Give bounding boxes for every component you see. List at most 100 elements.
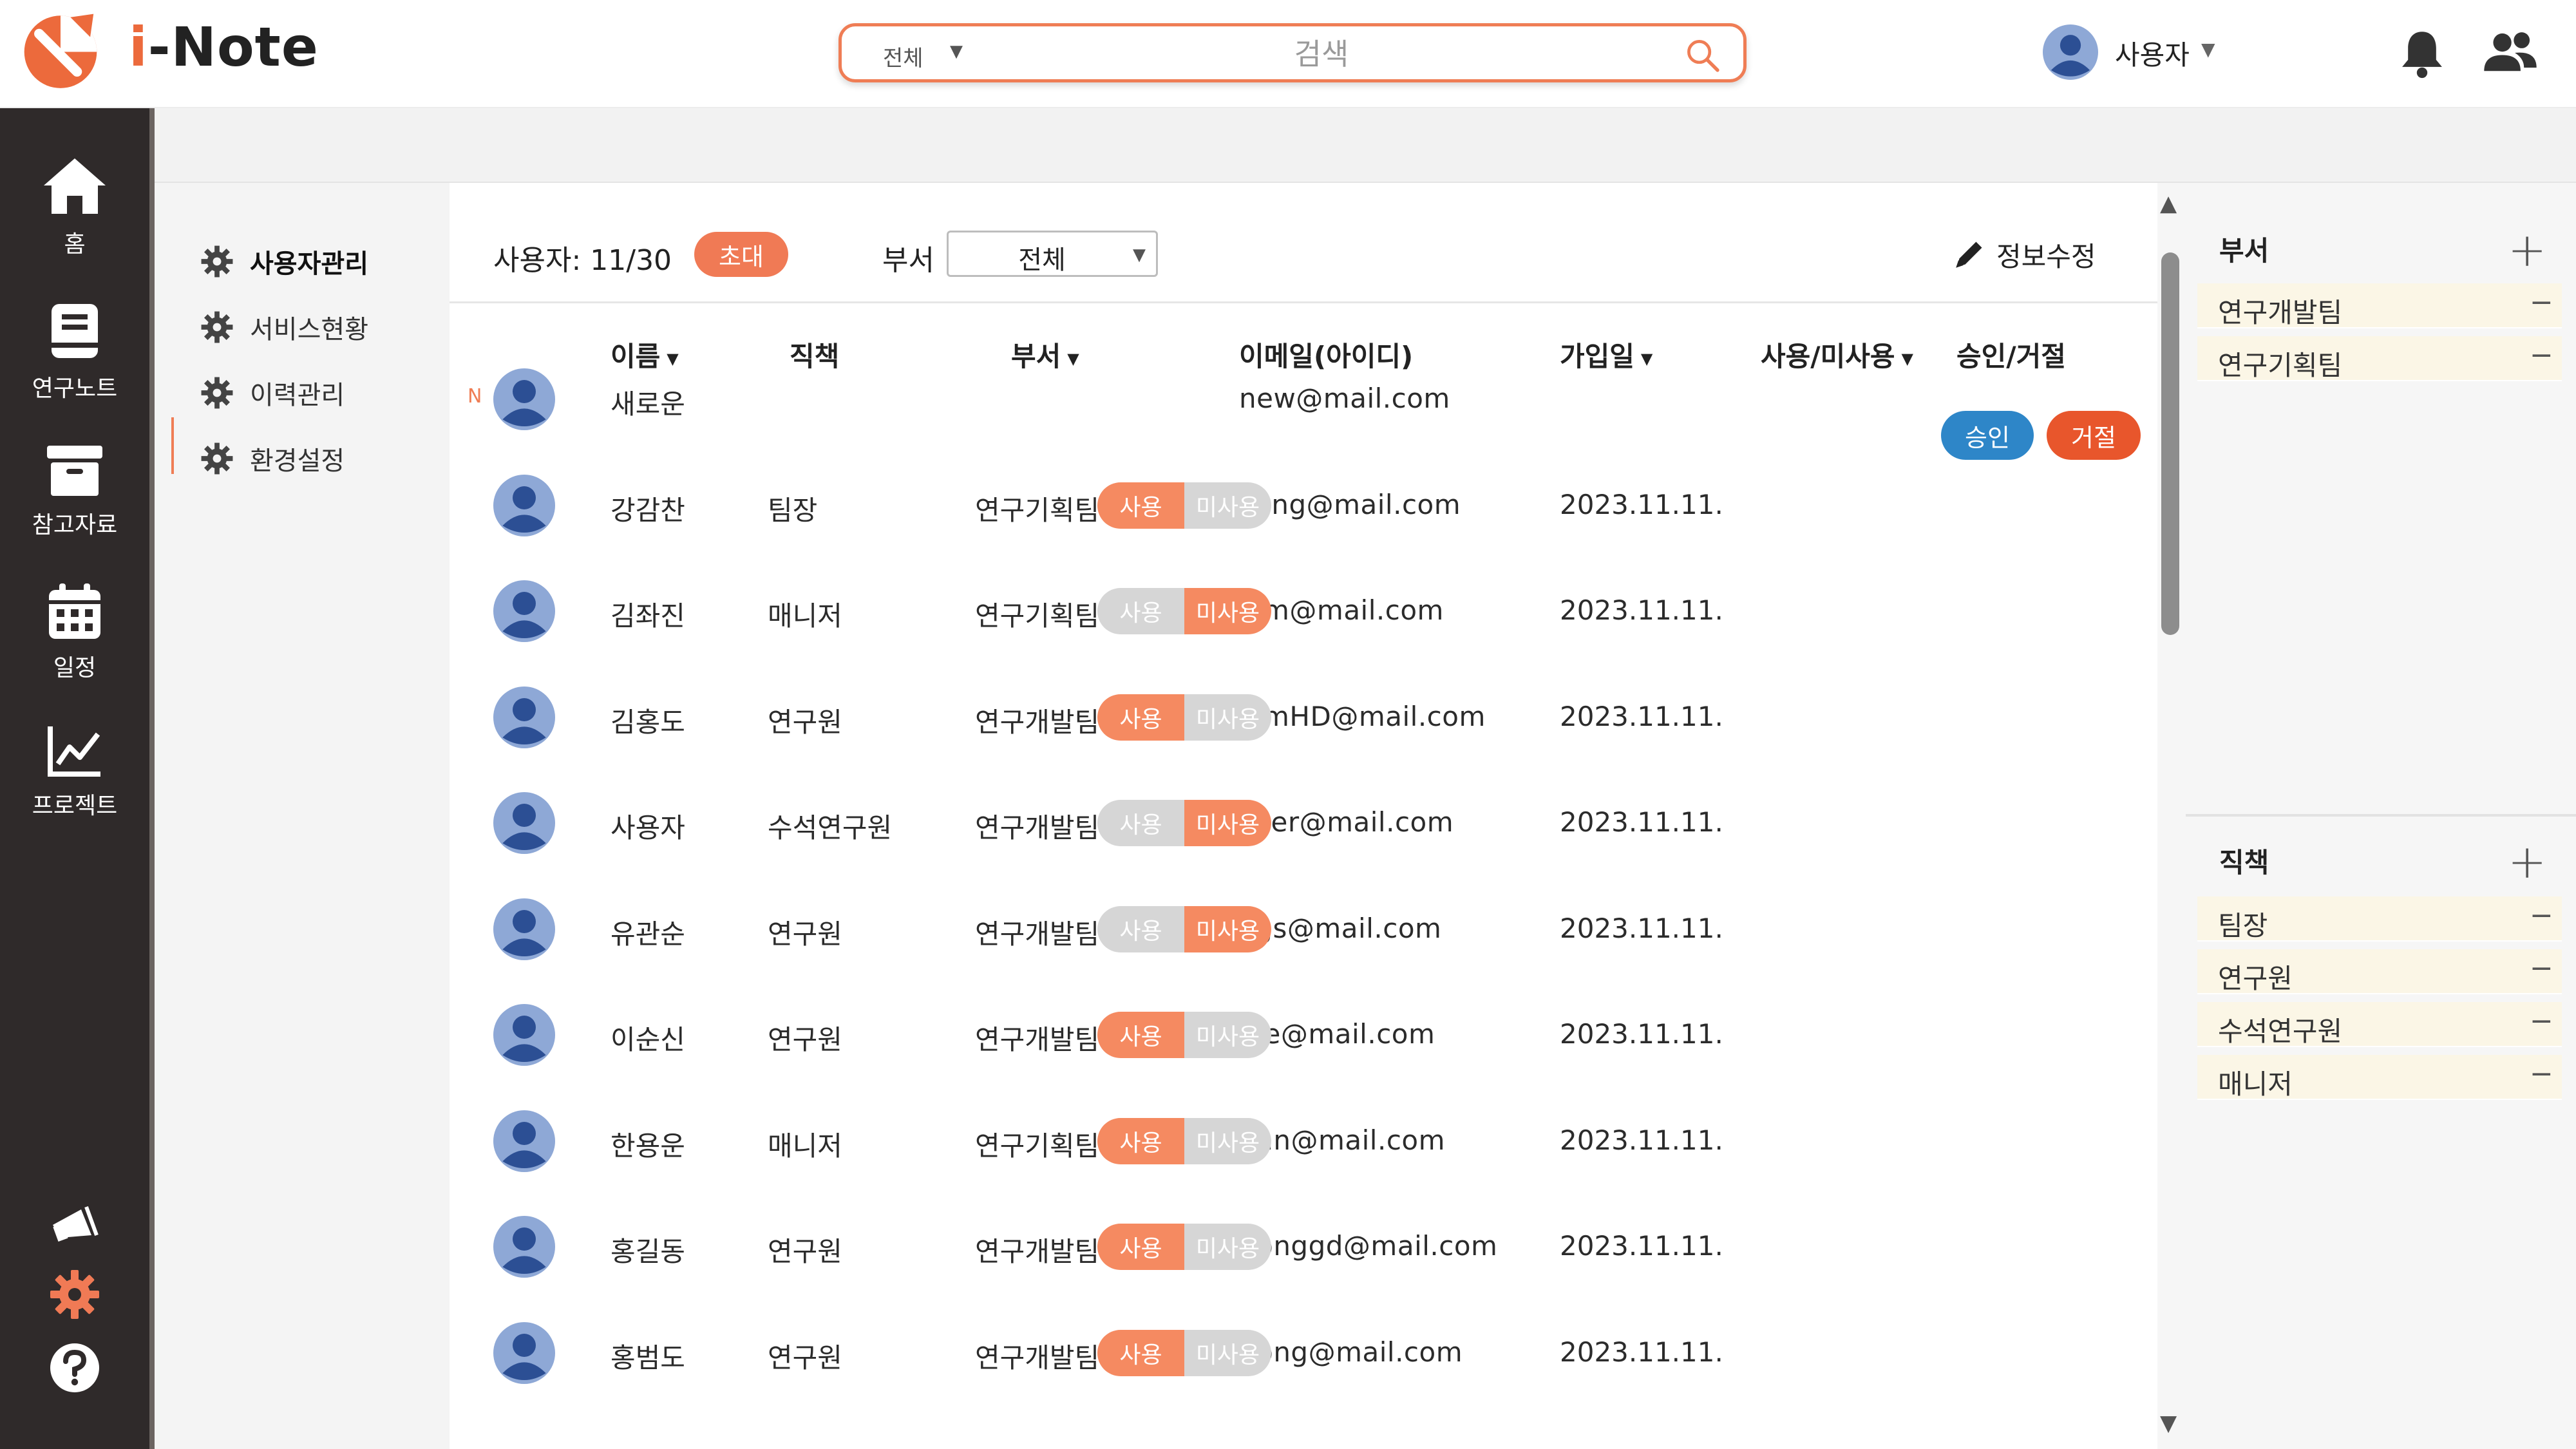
dept-filter-select[interactable]: 전체 ▼ xyxy=(947,231,1158,277)
toggle-unused[interactable]: 미사용 xyxy=(1184,1329,1271,1376)
remove-minus-icon[interactable]: − xyxy=(2530,952,2553,985)
toggle-use[interactable]: 사용 xyxy=(1097,1224,1184,1270)
table-row[interactable]: 사용자 수석연구원 연구개발팀 user@mail.com 2023.11.11. 사용 미… xyxy=(450,770,2157,876)
cell-email: new@mail.com xyxy=(1239,383,1450,414)
toggle-use[interactable]: 사용 xyxy=(1097,1012,1184,1058)
cell-name: 홍길동 xyxy=(611,1236,685,1267)
user-menu-chevron-icon[interactable]: ▼ xyxy=(2201,39,2215,60)
user-management-panel: 사용자: 11/30 초대 부서 전체 ▼ 정보수정 이름 ▼ 직책 부서 ▼ 이메… xyxy=(450,183,2157,1449)
sidebar-item-schedule[interactable]: 일정 xyxy=(0,582,149,683)
invite-button[interactable]: 초대 xyxy=(694,232,788,277)
scroll-down-arrow-icon[interactable]: ▼ xyxy=(2160,1410,2177,1436)
toggle-use[interactable]: 사용 xyxy=(1097,588,1184,634)
use-toggle[interactable]: 사용 미사용 xyxy=(1097,1117,1271,1164)
category-panel: 부서 + 연구개발팀 − 연구기획팀 − 직책 + 팀장 − 연구원 − 수석연… xyxy=(2186,183,2576,1449)
dept-list-item[interactable]: 연구기획팀 − xyxy=(2197,336,2562,381)
position-list-item[interactable]: 연구원 − xyxy=(2197,949,2562,994)
sidebar-item-reference[interactable]: 참고자료 xyxy=(0,443,149,540)
toggle-unused[interactable]: 미사용 xyxy=(1184,482,1271,529)
admin-submenu: 사용자관리 서비스현황 이력관리 환경설정 xyxy=(155,183,450,1449)
table-row[interactable]: 이순신 연구원 연구개발팀 lee@mail.com 2023.11.11. 사용 미사용 xyxy=(450,982,2157,1088)
toggle-unused[interactable]: 미사용 xyxy=(1184,1012,1271,1058)
sidebar-item-research-note[interactable]: 연구노트 xyxy=(0,301,149,403)
toggle-unused[interactable]: 미사용 xyxy=(1184,800,1271,846)
use-toggle[interactable]: 사용 미사용 xyxy=(1097,588,1271,634)
cell-name: 강감찬 xyxy=(611,494,685,526)
search-icon[interactable] xyxy=(1685,38,1720,73)
cell-name: 홍범도 xyxy=(611,1341,685,1374)
position-list-item[interactable]: 매니저 − xyxy=(2197,1055,2562,1100)
edit-info-button[interactable]: 정보수정 xyxy=(1953,233,2096,276)
submenu-item-history[interactable]: 이력관리 xyxy=(200,374,345,412)
toggle-use[interactable]: 사용 xyxy=(1097,905,1184,952)
cell-email: hong@mail.com xyxy=(1239,1336,1463,1368)
help-icon[interactable] xyxy=(48,1341,102,1395)
search-input[interactable] xyxy=(996,32,1647,77)
submenu-item-service-status[interactable]: 서비스현황 xyxy=(200,308,368,346)
user-name[interactable]: 사용자 xyxy=(2115,33,2190,73)
gear-icon xyxy=(201,311,233,343)
use-toggle[interactable]: 사용 미사용 xyxy=(1097,482,1271,529)
table-row[interactable]: N 새로운 new@mail.com xyxy=(450,346,2157,452)
cell-position: 연구원 xyxy=(768,1236,842,1267)
use-toggle[interactable]: 사용 미사용 xyxy=(1097,1224,1271,1270)
submenu-item-user-management[interactable]: 사용자관리 xyxy=(200,242,368,281)
toggle-unused[interactable]: 미사용 xyxy=(1184,905,1271,952)
toggle-use[interactable]: 사용 xyxy=(1097,800,1184,846)
sidebar-item-label: 연구노트 xyxy=(32,375,118,402)
remove-minus-icon[interactable]: − xyxy=(2530,286,2553,319)
bell-icon[interactable] xyxy=(2398,27,2446,79)
toggle-unused[interactable]: 미사용 xyxy=(1184,694,1271,741)
cell-joined: 2023.11.11. xyxy=(1560,1124,1723,1156)
gear-icon xyxy=(201,245,233,278)
megaphone-icon[interactable] xyxy=(48,1197,102,1251)
sidebar-item-project[interactable]: 프로젝트 xyxy=(0,724,149,820)
toggle-unused[interactable]: 미사용 xyxy=(1184,1224,1271,1270)
toggle-use[interactable]: 사용 xyxy=(1097,482,1184,529)
toggle-use[interactable]: 사용 xyxy=(1097,1117,1184,1164)
sidebar-item-home[interactable]: 홈 xyxy=(0,155,149,259)
add-dept-plus-icon[interactable]: + xyxy=(2508,227,2546,273)
table-row[interactable]: 유관순 연구원 연구개발팀 ygs@mail.com 2023.11.11. 사용 미사용 xyxy=(450,876,2157,982)
toggle-unused[interactable]: 미사용 xyxy=(1184,1117,1271,1164)
toggle-use[interactable]: 사용 xyxy=(1097,1329,1184,1376)
submenu-item-settings[interactable]: 환경설정 xyxy=(200,439,345,478)
table-row[interactable]: 홍길동 연구원 연구개발팀 honggd@mail.com 2023.11.11. 사용 미… xyxy=(450,1194,2157,1300)
cell-position: 수석연구원 xyxy=(768,812,893,844)
app-title[interactable]: i-Note xyxy=(129,15,319,79)
use-toggle[interactable]: 사용 미사용 xyxy=(1097,694,1271,741)
table-row[interactable]: 한용운 매니저 연구기획팀 han@mail.com 2023.11.11. 사용 미사용 xyxy=(450,1088,2157,1194)
chevron-down-icon[interactable]: ▼ xyxy=(950,42,963,61)
user-avatar-icon[interactable] xyxy=(2043,24,2098,80)
chevron-down-icon: ▼ xyxy=(1133,245,1146,265)
toggle-unused[interactable]: 미사용 xyxy=(1184,588,1271,634)
position-list-item[interactable]: 팀장 − xyxy=(2197,896,2562,942)
use-toggle[interactable]: 사용 미사용 xyxy=(1097,800,1271,846)
position-list-item[interactable]: 수석연구원 − xyxy=(2197,1002,2562,1047)
table-row[interactable]: 강감찬 팀장 연구기획팀 kang@mail.com 2023.11.11. 사용 미사용 xyxy=(450,453,2157,558)
notebook-icon xyxy=(52,304,98,358)
use-toggle[interactable]: 사용 미사용 xyxy=(1097,1329,1271,1376)
remove-minus-icon[interactable]: − xyxy=(2530,899,2553,932)
submenu-item-label: 서비스현황 xyxy=(250,315,368,345)
cell-name: 사용자 xyxy=(611,812,685,844)
search-category-select[interactable]: 전체 xyxy=(883,41,923,72)
remove-minus-icon[interactable]: − xyxy=(2530,1005,2553,1037)
use-toggle[interactable]: 사용 미사용 xyxy=(1097,905,1271,952)
people-icon[interactable] xyxy=(2481,30,2540,76)
table-row[interactable]: 김홍도 연구원 연구개발팀 kimHD@mail.com 2023.11.11. 사용 미사… xyxy=(450,665,2157,770)
toggle-use[interactable]: 사용 xyxy=(1097,694,1184,741)
table-row[interactable]: 홍범도 연구원 연구개발팀 hong@mail.com 2023.11.11. 사용 미사용 xyxy=(450,1300,2157,1406)
scrollbar-thumb[interactable] xyxy=(2161,252,2179,635)
table-row[interactable]: 김좌진 매니저 연구기획팀 kim@mail.com 2023.11.11. 사용 미사용 xyxy=(450,558,2157,664)
use-toggle[interactable]: 사용 미사용 xyxy=(1097,1012,1271,1058)
scroll-up-arrow-icon[interactable]: ▲ xyxy=(2160,191,2177,216)
toolbar-divider xyxy=(450,301,2157,303)
remove-minus-icon[interactable]: − xyxy=(2530,1057,2553,1090)
add-position-plus-icon[interactable]: + xyxy=(2508,838,2546,885)
gear-icon[interactable] xyxy=(48,1267,102,1321)
sidebar-item-label: 프로젝트 xyxy=(32,793,118,819)
user-count: 사용자: 11/30 xyxy=(493,244,672,277)
remove-minus-icon[interactable]: − xyxy=(2530,339,2553,372)
dept-list-item[interactable]: 연구개발팀 − xyxy=(2197,283,2562,328)
